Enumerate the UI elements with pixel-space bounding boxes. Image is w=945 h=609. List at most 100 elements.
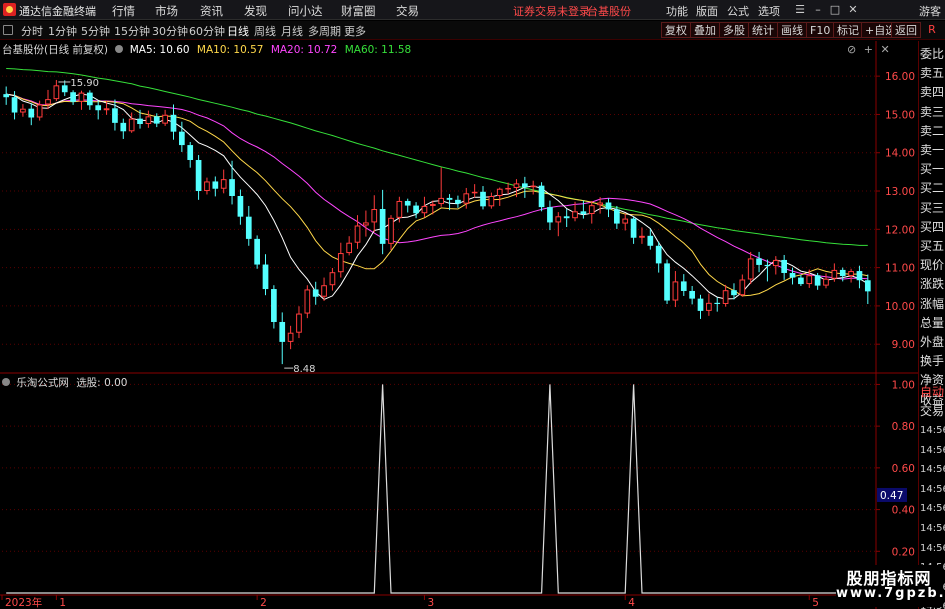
menu-options[interactable]: 选项 (758, 3, 780, 19)
chart-canvas[interactable]: 9.0010.0011.0012.0013.0014.0015.0016.00 … (0, 41, 918, 609)
close-icon[interactable]: ✕ (846, 3, 860, 16)
period-tab-60min[interactable]: 60分钟 (189, 23, 225, 39)
menu-market[interactable]: 行情 (112, 3, 135, 19)
candle-body-up (639, 235, 645, 238)
candle-body-up (220, 179, 227, 189)
signal-line (6, 384, 868, 594)
watermark: 股朋指标网 www.7gpzb.com (836, 565, 945, 607)
side-item-11[interactable]: 现价 (920, 256, 945, 275)
mark-button[interactable]: 标记 (833, 22, 863, 38)
ma-lines (6, 68, 869, 300)
side-time-2: 14:56 (920, 464, 945, 476)
main-settings-icon[interactable] (115, 45, 124, 53)
side-lower-item-1[interactable]: 交易 (920, 402, 945, 421)
price-tick-label: 9.00 (892, 339, 915, 351)
side-item-4[interactable]: 卖二 (920, 122, 945, 141)
candle-body-down (455, 199, 461, 204)
price-tick-label: 13.00 (885, 186, 915, 198)
side-item-9[interactable]: 买四 (920, 218, 945, 237)
close-panel-icon[interactable]: ✕ (880, 43, 889, 56)
current-value-label: 0.47 (880, 490, 903, 502)
sub-tick-label: 0.60 (892, 463, 915, 475)
period-tab-daily[interactable]: 日线 (227, 23, 249, 39)
sub-tick-label: 0.20 (892, 546, 915, 558)
side-item-12[interactable]: 涨跌 (920, 275, 945, 294)
ma10-line (6, 93, 868, 297)
f10-button[interactable]: F10 (806, 22, 835, 38)
date-label: 2 (260, 597, 267, 609)
side-item-14[interactable]: 总量 (920, 314, 945, 333)
candle-body-down (697, 298, 704, 311)
candle-body-up (722, 290, 729, 304)
config-icon[interactable]: ⊘ (847, 43, 856, 56)
candle-body-down (61, 85, 68, 93)
maximize-icon[interactable]: □ (828, 3, 842, 16)
adjust-button[interactable]: 复权 (661, 22, 691, 38)
side-item-15[interactable]: 外盘 (920, 333, 945, 352)
ma60-label: MA60: 11.58 (344, 44, 412, 56)
sub-tick-label: 1.00 (892, 379, 915, 391)
menu-news[interactable]: 资讯 (200, 3, 223, 19)
candle-body-down (446, 197, 453, 200)
menu-formula[interactable]: 公式 (727, 3, 749, 19)
side-item-10[interactable]: 买五 (920, 237, 945, 256)
draw-line-button[interactable]: 画线 (777, 22, 807, 38)
side-time-4: 14:56 (920, 503, 945, 515)
multi-stock-button[interactable]: 多股 (719, 22, 749, 38)
main-series-name: 台基股份(日线 前复权) (2, 44, 109, 56)
side-item-1[interactable]: 卖五 (920, 64, 945, 83)
minimize-icon[interactable]: – (811, 3, 825, 16)
settings-icon[interactable]: ☰ (793, 3, 807, 16)
menu-wealth[interactable]: 财富圈 (341, 3, 376, 19)
period-tab-timeshare[interactable]: 分时 (21, 23, 43, 39)
candle-body-down (413, 205, 419, 214)
menu-trade[interactable]: 交易 (396, 3, 419, 19)
date-label: 4 (628, 597, 635, 609)
period-tab-weekly[interactable]: 周线 (254, 23, 276, 39)
candle-body-down (279, 321, 286, 342)
side-item-2[interactable]: 卖四 (920, 83, 945, 102)
period-tab-monthly[interactable]: 月线 (281, 23, 303, 39)
overlay-button[interactable]: 叠加 (690, 22, 720, 38)
period-tab-30min[interactable]: 30分钟 (152, 23, 188, 39)
ma5-label: MA5: 10.60 (129, 44, 190, 56)
candle-body-down (170, 114, 177, 132)
add-icon[interactable]: + (864, 43, 873, 56)
menu-markets[interactable]: 市场 (155, 3, 178, 19)
menu-layout[interactable]: 版面 (696, 3, 718, 19)
side-item-7[interactable]: 买二 (920, 179, 945, 198)
login-warning[interactable]: 证券交易未登录 (513, 3, 590, 19)
toggle-panel-icon[interactable] (3, 25, 13, 35)
guest-label[interactable]: 游客 (919, 3, 941, 19)
menu-ask[interactable]: 问小达 (288, 3, 323, 19)
candle-body-up (53, 85, 60, 100)
side-item-8[interactable]: 买三 (920, 199, 945, 218)
sub-settings-icon[interactable] (2, 378, 10, 386)
candle-body-up (505, 187, 511, 190)
side-item-3[interactable]: 卖三 (920, 103, 945, 122)
side-lower-item-0[interactable]: 自动 (920, 383, 945, 402)
candle-body-down (547, 207, 553, 223)
candle-body-down (781, 259, 788, 273)
period-tab-multi[interactable]: 多周期 (308, 23, 341, 39)
period-tab-5min[interactable]: 5分钟 (81, 23, 110, 39)
side-item-5[interactable]: 卖一 (920, 141, 945, 160)
side-item-13[interactable]: 涨幅 (920, 295, 945, 314)
back-button[interactable]: 返回 (891, 22, 921, 38)
menu-functions[interactable]: 功能 (666, 3, 688, 19)
candle-body-down (379, 209, 386, 244)
period-tab-1min[interactable]: 1分钟 (48, 23, 77, 39)
side-item-6[interactable]: 买一 (920, 160, 945, 179)
candle-body-down (789, 272, 796, 278)
menu-discover[interactable]: 发现 (244, 3, 267, 19)
period-tab-more[interactable]: 更多 (344, 23, 366, 39)
candle-body-down (179, 131, 185, 146)
main-panel-icons[interactable]: ⊘ + ✕ (847, 43, 890, 56)
period-tab-15min[interactable]: 15分钟 (114, 23, 150, 39)
candle-body-up (747, 258, 754, 280)
side-item-0[interactable]: 委比 (920, 45, 945, 64)
candle-body-down (11, 97, 18, 113)
side-item-16[interactable]: 换手 (920, 352, 945, 371)
stats-button[interactable]: 统计 (748, 22, 778, 38)
candle-body-up (739, 279, 746, 296)
